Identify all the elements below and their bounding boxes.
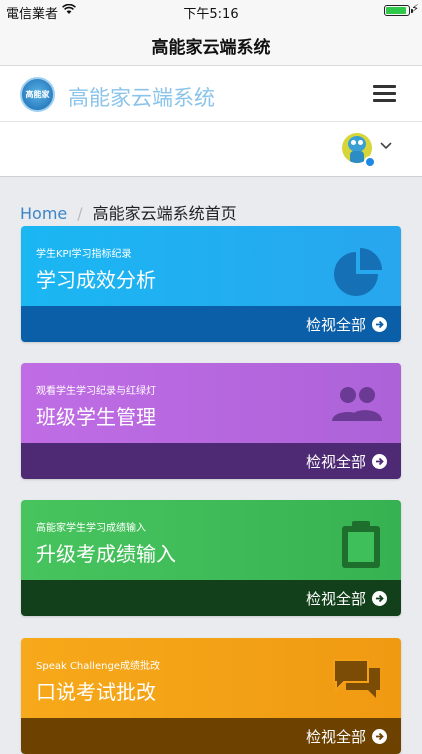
nav-bar: 高能家云端系统	[0, 22, 422, 66]
arrow-circle-right-icon	[372, 729, 387, 744]
breadcrumb-separator: /	[77, 204, 83, 223]
battery-icon	[384, 5, 413, 16]
card-learning-analysis[interactable]: 学生KPI学习指标纪录 学习成效分析 检视全部	[21, 226, 401, 342]
app-title[interactable]: 高能家云端系统	[68, 82, 215, 112]
arrow-circle-right-icon	[372, 317, 387, 332]
card-title: 口说考试批改	[36, 680, 156, 704]
breadcrumb: Home / 高能家云端系统首页	[20, 200, 237, 224]
arrow-circle-right-icon	[372, 591, 387, 606]
card-title: 升级考成绩输入	[36, 542, 176, 566]
status-bar: 電信業者 下午5:16 ⚡	[0, 0, 422, 22]
user-bar	[0, 122, 422, 177]
card-subtitle: Speak Challenge成绩批改	[36, 661, 160, 672]
menu-icon[interactable]	[373, 85, 396, 103]
logo[interactable]: 高能家	[20, 77, 55, 112]
card-speaking-exam-grading[interactable]: Speak Challenge成绩批改 口说考试批改 检视全部	[21, 638, 401, 754]
card-class-management[interactable]: 观看学生学习纪录与红绿灯 班级学生管理 检视全部	[21, 363, 401, 479]
view-all-link[interactable]: 检视全部	[306, 314, 387, 335]
clipboard-icon	[338, 518, 384, 574]
view-all-link[interactable]: 检视全部	[306, 588, 387, 609]
chevron-down-icon[interactable]	[380, 138, 392, 154]
breadcrumb-current: 高能家云端系统首页	[92, 204, 237, 223]
card-title: 学习成效分析	[36, 268, 156, 292]
card-subtitle: 高能家学生学习成绩输入	[36, 523, 146, 534]
pie-chart-icon	[332, 244, 384, 300]
view-all-link[interactable]: 检视全部	[306, 726, 387, 747]
card-subtitle: 学生KPI学习指标纪录	[36, 249, 132, 260]
arrow-circle-right-icon	[372, 454, 387, 469]
view-all-link[interactable]: 检视全部	[306, 451, 387, 472]
charging-icon: ⚡	[411, 2, 419, 15]
chat-bubbles-icon	[332, 656, 384, 706]
card-title: 班级学生管理	[36, 405, 156, 429]
app-header: 高能家 高能家云端系统	[0, 66, 422, 122]
card-exam-score-input[interactable]: 高能家学生学习成绩输入 升级考成绩输入 检视全部	[21, 500, 401, 616]
breadcrumb-home-link[interactable]: Home	[20, 204, 67, 223]
nav-title: 高能家云端系统	[151, 38, 271, 58]
card-subtitle: 观看学生学习纪录与红绿灯	[36, 386, 156, 397]
users-icon	[330, 381, 384, 433]
logo-text: 高能家	[25, 90, 50, 99]
online-status-dot	[364, 156, 376, 168]
clock: 下午5:16	[183, 7, 239, 22]
